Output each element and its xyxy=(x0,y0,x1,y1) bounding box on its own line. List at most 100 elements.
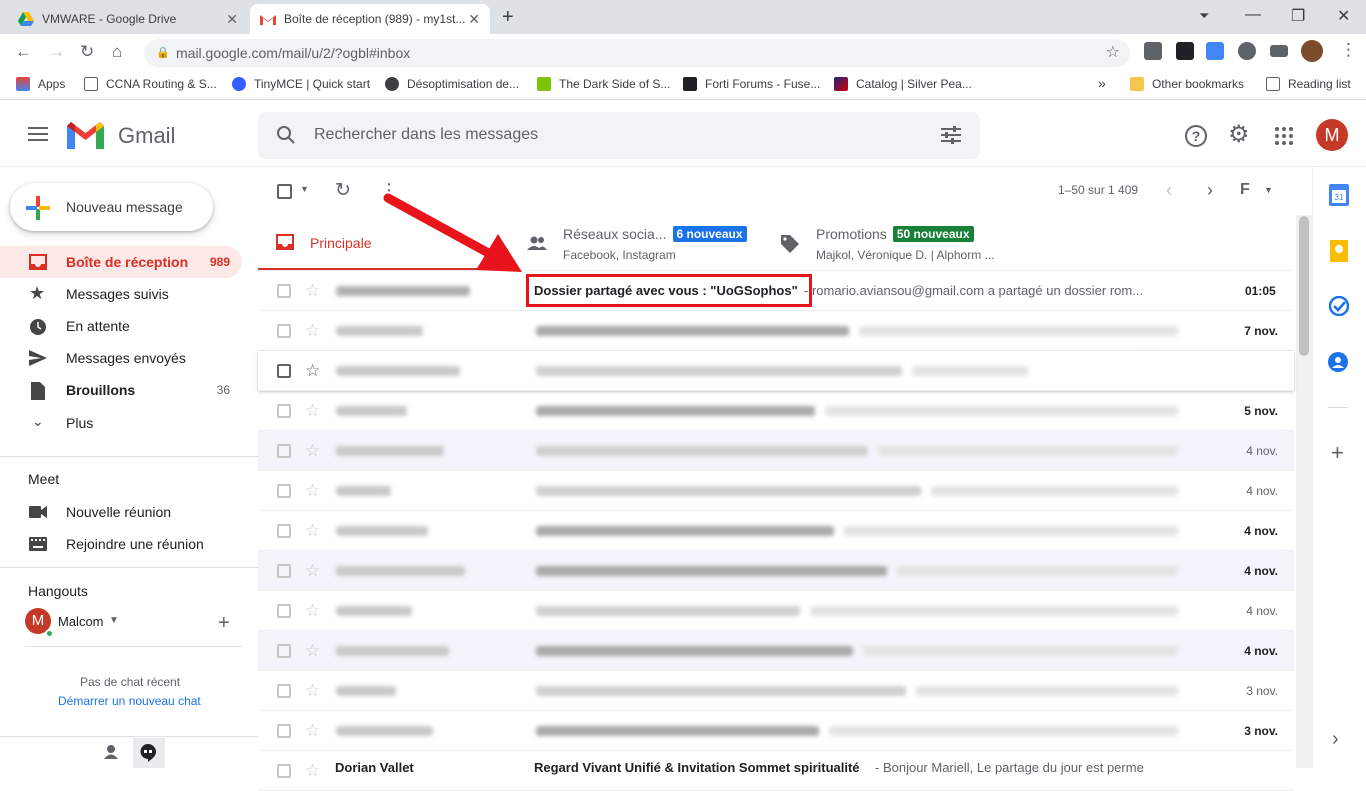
tab-promotions[interactable]: Promotions 50 nouveaux Majkol, Véronique … xyxy=(762,215,1012,271)
account-avatar[interactable]: M xyxy=(1316,119,1348,151)
input-tools-icon[interactable]: F xyxy=(1240,181,1250,199)
profile-menu-icon[interactable]: ⏷ xyxy=(1199,8,1209,24)
star-icon[interactable]: ☆ xyxy=(305,521,320,541)
star-icon[interactable]: ☆ xyxy=(305,761,320,781)
caret-down-icon[interactable]: ▼ xyxy=(109,615,119,626)
window-close-icon[interactable]: ✕ xyxy=(1337,6,1350,26)
star-icon[interactable]: ☆ xyxy=(305,561,320,581)
row-checkbox[interactable] xyxy=(277,364,291,378)
row-checkbox[interactable] xyxy=(277,684,291,698)
row-checkbox[interactable] xyxy=(277,324,291,338)
puzzle-icon[interactable] xyxy=(1238,42,1256,60)
star-icon[interactable]: ☆ xyxy=(305,281,320,301)
next-page-icon[interactable]: › xyxy=(1207,180,1213,201)
row-checkbox[interactable] xyxy=(277,524,291,538)
email-snippet[interactable]: - romario.aviansou@gmail.com a partagé u… xyxy=(804,283,1143,298)
close-tab-icon[interactable]: ✕ xyxy=(468,11,480,28)
bookmark-item[interactable]: Catalog | Silver Pea... xyxy=(834,77,972,91)
meet-new-meeting[interactable]: Nouvelle réunion xyxy=(0,496,242,528)
tab-social[interactable]: Réseaux socia... 6 nouveaux Facebook, Ins… xyxy=(510,215,760,271)
start-chat-link[interactable]: Démarrer un nouveau chat xyxy=(58,694,201,708)
table-row[interactable]: ☆ 4 nov. xyxy=(258,591,1294,631)
row-checkbox[interactable] xyxy=(277,604,291,618)
bookmark-item[interactable]: Désoptimisation de... xyxy=(385,77,519,91)
compose-button[interactable]: Nouveau message xyxy=(10,183,213,231)
reading-list[interactable]: Reading list xyxy=(1266,77,1351,91)
table-row[interactable]: ☆ 4 nov. xyxy=(258,511,1294,551)
table-row[interactable]: ☆ 4 nov. xyxy=(258,631,1294,671)
row-checkbox[interactable] xyxy=(277,724,291,738)
search-options-icon[interactable] xyxy=(941,126,961,144)
table-row[interactable]: ☆ xyxy=(258,351,1294,391)
bookmark-item[interactable]: The Dark Side of S... xyxy=(537,77,670,91)
table-row[interactable]: ☆ 4 nov. xyxy=(258,431,1294,471)
nav-more[interactable]: ⌄ Plus xyxy=(0,407,242,439)
row-checkbox[interactable] xyxy=(277,284,291,298)
url-bar[interactable]: 🔒 mail.google.com/mail/u/2/?ogbl#inbox ☆ xyxy=(144,39,1130,67)
home-icon[interactable]: ⌂ xyxy=(112,42,122,62)
back-icon[interactable]: ← xyxy=(15,42,32,62)
bookmark-apps[interactable]: Apps xyxy=(16,77,65,91)
new-tab-icon[interactable]: + xyxy=(502,6,514,29)
extension-icon[interactable] xyxy=(1144,42,1162,60)
reload-icon[interactable]: ↻ xyxy=(80,42,94,62)
forward-icon[interactable]: → xyxy=(48,42,65,62)
table-row[interactable]: ☆ 4 nov. xyxy=(258,551,1294,591)
refresh-icon[interactable]: ↻ xyxy=(335,179,351,202)
profile-avatar[interactable] xyxy=(1301,40,1323,62)
minimize-icon[interactable]: — xyxy=(1245,6,1261,24)
star-icon[interactable]: ☆ xyxy=(305,681,320,701)
star-icon[interactable]: ☆ xyxy=(305,441,320,461)
star-icon[interactable]: ☆ xyxy=(305,721,320,741)
keep-icon[interactable] xyxy=(1330,240,1348,262)
select-dropdown-icon[interactable]: ▼ xyxy=(300,184,309,194)
search-icon[interactable] xyxy=(277,126,295,144)
star-icon[interactable]: ☆ xyxy=(305,481,320,501)
row-checkbox[interactable] xyxy=(277,484,291,498)
nav-inbox[interactable]: Boîte de réception 989 xyxy=(0,246,242,278)
contacts-person-icon[interactable] xyxy=(104,745,118,759)
row-checkbox[interactable] xyxy=(277,444,291,458)
bookmark-item[interactable]: TinyMCE | Quick start xyxy=(232,77,370,91)
row-checkbox[interactable] xyxy=(277,564,291,578)
main-menu-icon[interactable] xyxy=(28,126,48,142)
reading-list-icon[interactable] xyxy=(1270,45,1288,57)
bookmark-star-icon[interactable]: ☆ xyxy=(1106,39,1120,67)
star-icon[interactable]: ☆ xyxy=(305,401,320,421)
select-all-checkbox[interactable] xyxy=(277,184,292,199)
star-icon[interactable]: ☆ xyxy=(305,641,320,661)
input-tools-dropdown-icon[interactable]: ▼ xyxy=(1264,185,1273,195)
hangouts-user[interactable]: Malcom xyxy=(58,614,104,629)
help-icon[interactable]: ? xyxy=(1185,125,1207,147)
chrome-menu-icon[interactable]: ⋮ xyxy=(1340,40,1357,60)
extension-icon[interactable] xyxy=(1176,42,1194,60)
table-row[interactable]: ☆ 4 nov. xyxy=(258,471,1294,511)
tasks-icon[interactable] xyxy=(1329,296,1349,316)
nav-drafts[interactable]: Brouillons 36 xyxy=(0,374,242,406)
expand-panel-icon[interactable]: › xyxy=(1332,728,1339,751)
other-bookmarks[interactable]: Other bookmarks xyxy=(1130,77,1244,91)
star-icon[interactable]: ☆ xyxy=(305,321,320,341)
tab-google-drive[interactable]: VMWARE - Google Drive ✕ xyxy=(8,4,248,34)
more-bookmarks-icon[interactable]: » xyxy=(1098,75,1106,91)
translate-icon[interactable] xyxy=(1206,42,1224,60)
email-subject[interactable]: Dossier partagé avec vous : "UoGSophos" xyxy=(534,283,798,298)
search-input[interactable] xyxy=(314,122,874,148)
row-checkbox[interactable] xyxy=(277,404,291,418)
add-chat-icon[interactable]: + xyxy=(218,612,230,635)
tab-gmail[interactable]: Boîte de réception (989) - my1st... ✕ xyxy=(250,4,490,34)
nav-sent[interactable]: Messages envoyés xyxy=(0,342,242,374)
table-row[interactable]: ☆ 7 nov. xyxy=(258,311,1294,351)
get-addons-icon[interactable]: + xyxy=(1331,440,1344,466)
row-checkbox[interactable] xyxy=(277,644,291,658)
google-apps-icon[interactable] xyxy=(1275,127,1293,145)
bookmark-item[interactable]: Forti Forums - Fuse... xyxy=(683,77,820,91)
bookmark-item[interactable]: CCNA Routing & S... xyxy=(84,77,217,91)
table-row[interactable]: ☆ 5 nov. xyxy=(258,391,1294,431)
row-checkbox[interactable] xyxy=(277,764,291,778)
scrollbar-thumb[interactable] xyxy=(1299,216,1309,356)
prev-page-icon[interactable]: ‹ xyxy=(1166,180,1172,201)
star-icon[interactable]: ☆ xyxy=(305,601,320,621)
nav-snoozed[interactable]: En attente xyxy=(0,310,242,342)
calendar-icon[interactable]: 31 xyxy=(1329,184,1349,206)
